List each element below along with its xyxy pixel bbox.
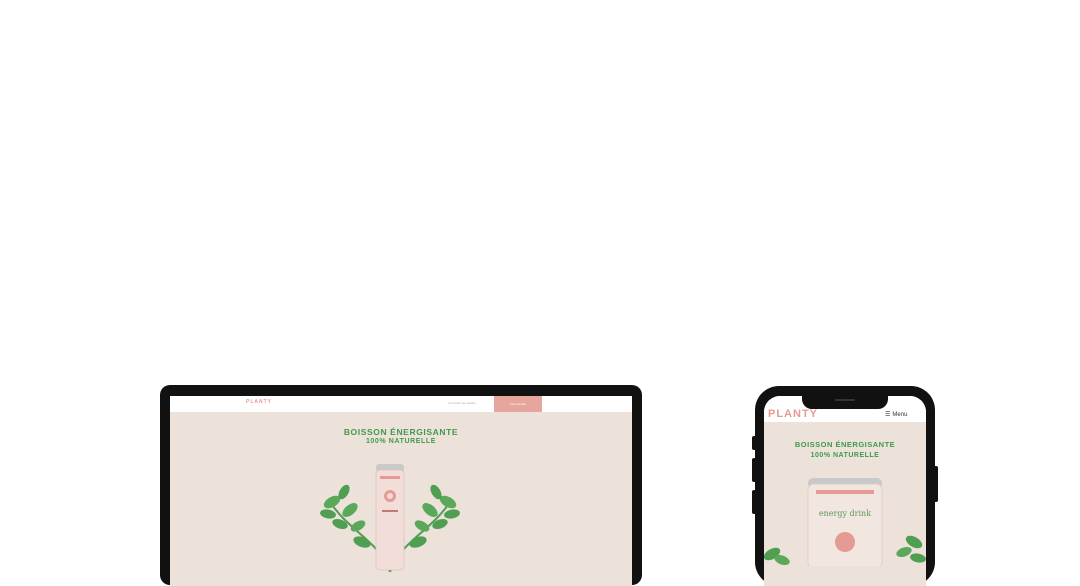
product-can-with-leaves-image — [320, 464, 460, 572]
phone-can-text: energy drink — [818, 509, 872, 518]
phone-screen: PLANTY ☰ Menu BOISSON ÉNERGISANTE 100% NA… — [764, 396, 926, 586]
laptop-headline-line2: 100% NATURELLE — [365, 438, 437, 445]
phone-headline-line2: 100% NATURELLE — [810, 452, 880, 459]
laptop-navbar: PLANTY Comment ça marche Commander — [170, 396, 632, 412]
laptop-nav-link[interactable]: Comment ça marche — [448, 401, 476, 405]
laptop-mockup: PLANTY Comment ça marche Commander BOISS… — [160, 385, 642, 586]
phone-menu-button[interactable]: ☰ Menu — [885, 411, 907, 418]
phone-side-button — [934, 466, 938, 502]
laptop-order-button[interactable]: Commander — [494, 396, 542, 412]
phone-side-button — [752, 490, 756, 514]
hamburger-icon: ☰ — [885, 412, 891, 418]
phone-logo[interactable]: PLANTY — [768, 408, 818, 420]
phone-product-can-image — [764, 478, 926, 566]
phone-side-button — [752, 436, 756, 450]
laptop-logo[interactable]: PLANTY — [246, 399, 272, 405]
phone-menu-label: Menu — [892, 412, 908, 418]
phone-speaker — [835, 399, 855, 401]
laptop-screen: PLANTY Comment ça marche Commander BOISS… — [170, 396, 632, 586]
phone-side-button — [752, 458, 756, 482]
phone-mockup: PLANTY ☰ Menu BOISSON ÉNERGISANTE 100% NA… — [752, 386, 938, 586]
phone-notch — [802, 396, 888, 409]
phone-headline-line1: BOISSON ÉNERGISANTE — [794, 440, 896, 449]
laptop-headline-line1: BOISSON ÉNERGISANTE — [343, 427, 459, 437]
